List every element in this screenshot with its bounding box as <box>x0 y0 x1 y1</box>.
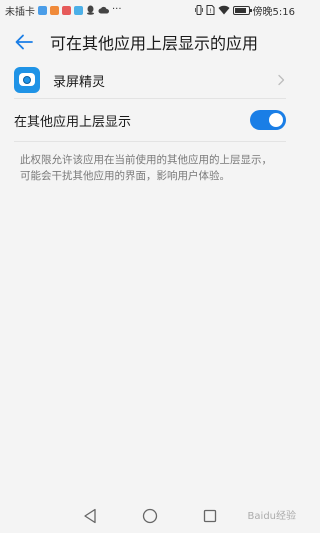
notification-app-icon-1 <box>38 5 47 15</box>
wifi-icon <box>218 5 230 15</box>
qq-icon <box>87 5 94 15</box>
cloud-icon <box>98 6 109 14</box>
svg-text:!: ! <box>209 8 211 15</box>
toggle-knob <box>269 113 283 127</box>
square-recents-icon <box>203 509 217 522</box>
status-left: 未插卡 ··· <box>5 3 122 18</box>
app-item-screen-recorder[interactable]: 录屏精灵 <box>0 62 300 98</box>
overlay-permission-label: 在其他应用上层显示 <box>14 114 132 130</box>
notification-app-icon-3 <box>62 5 71 15</box>
overlay-permission-row: 在其他应用上层显示 <box>0 99 300 141</box>
back-arrow-icon <box>15 34 33 50</box>
battery-fill <box>234 7 246 13</box>
nav-back-button[interactable] <box>80 506 100 526</box>
vibrate-icon <box>194 5 203 15</box>
more-notifications-icon: ··· <box>112 4 122 15</box>
page-title: 可在其他应用上层显示的应用 <box>50 34 259 53</box>
carrier-text: 未插卡 <box>5 6 35 18</box>
notification-app-icon-2 <box>50 5 59 15</box>
app-bar: 可在其他应用上层显示的应用 <box>0 22 300 62</box>
app-icon-lens <box>23 76 31 84</box>
app-name: 录屏精灵 <box>53 74 106 90</box>
watermark-logo: Baidu经验 <box>247 511 296 522</box>
overlay-permission-toggle[interactable] <box>250 110 286 130</box>
circle-home-icon <box>142 508 158 523</box>
nav-home-button[interactable] <box>140 506 160 526</box>
back-button[interactable] <box>6 24 42 60</box>
nav-recents-button[interactable] <box>200 506 220 526</box>
settings-list: 录屏精灵 在其他应用上层显示 此权限允许该应用在当前使用的其他应用的上层显示，可… <box>0 62 300 184</box>
no-sim-icon: ! <box>206 5 215 15</box>
chevron-right-icon <box>278 74 285 86</box>
notification-app-icon-4 <box>74 5 83 15</box>
status-time: 傍晚5:16 <box>252 6 295 18</box>
screen-recorder-app-icon <box>14 67 40 93</box>
status-bar: 未插卡 ··· ! 傍晚5:16 <box>0 0 300 20</box>
triangle-back-icon <box>84 508 96 523</box>
permission-description: 此权限允许该应用在当前使用的其他应用的上层显示，可能会干扰其他应用的界面，影响用… <box>20 154 272 182</box>
battery-icon <box>232 5 252 15</box>
status-right: ! 傍晚5:16 <box>194 3 295 18</box>
